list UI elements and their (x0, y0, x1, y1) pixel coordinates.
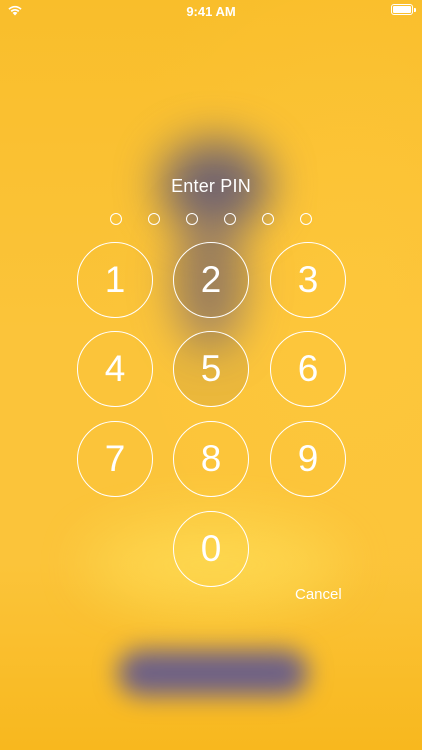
pin-dot (186, 213, 198, 225)
pin-dot (300, 213, 312, 225)
key-4-button[interactable]: 4 (77, 331, 153, 407)
page-title: Enter PIN (171, 176, 251, 196)
key-3-button[interactable]: 3 (270, 242, 346, 318)
pin-indicator (0, 213, 422, 225)
key-7-button[interactable]: 7 (77, 421, 153, 497)
key-0-button[interactable]: 0 (173, 511, 249, 587)
pin-dot (148, 213, 160, 225)
key-1-button[interactable]: 1 (77, 242, 153, 318)
key-8-button[interactable]: 8 (173, 421, 249, 497)
battery-icon (391, 4, 416, 15)
key-6-button[interactable]: 6 (270, 331, 346, 407)
cancel-button[interactable]: Cancel (295, 586, 342, 603)
pin-dot (110, 213, 122, 225)
status-time: 9:41 AM (186, 4, 236, 19)
pin-dot (262, 213, 274, 225)
status-bar: 9:41 AM (0, 0, 422, 22)
key-9-button[interactable]: 9 (270, 421, 346, 497)
key-2-button[interactable]: 2 (173, 242, 249, 318)
key-5-button[interactable]: 5 (173, 331, 249, 407)
pin-dot (224, 213, 236, 225)
background-shape (118, 650, 308, 696)
